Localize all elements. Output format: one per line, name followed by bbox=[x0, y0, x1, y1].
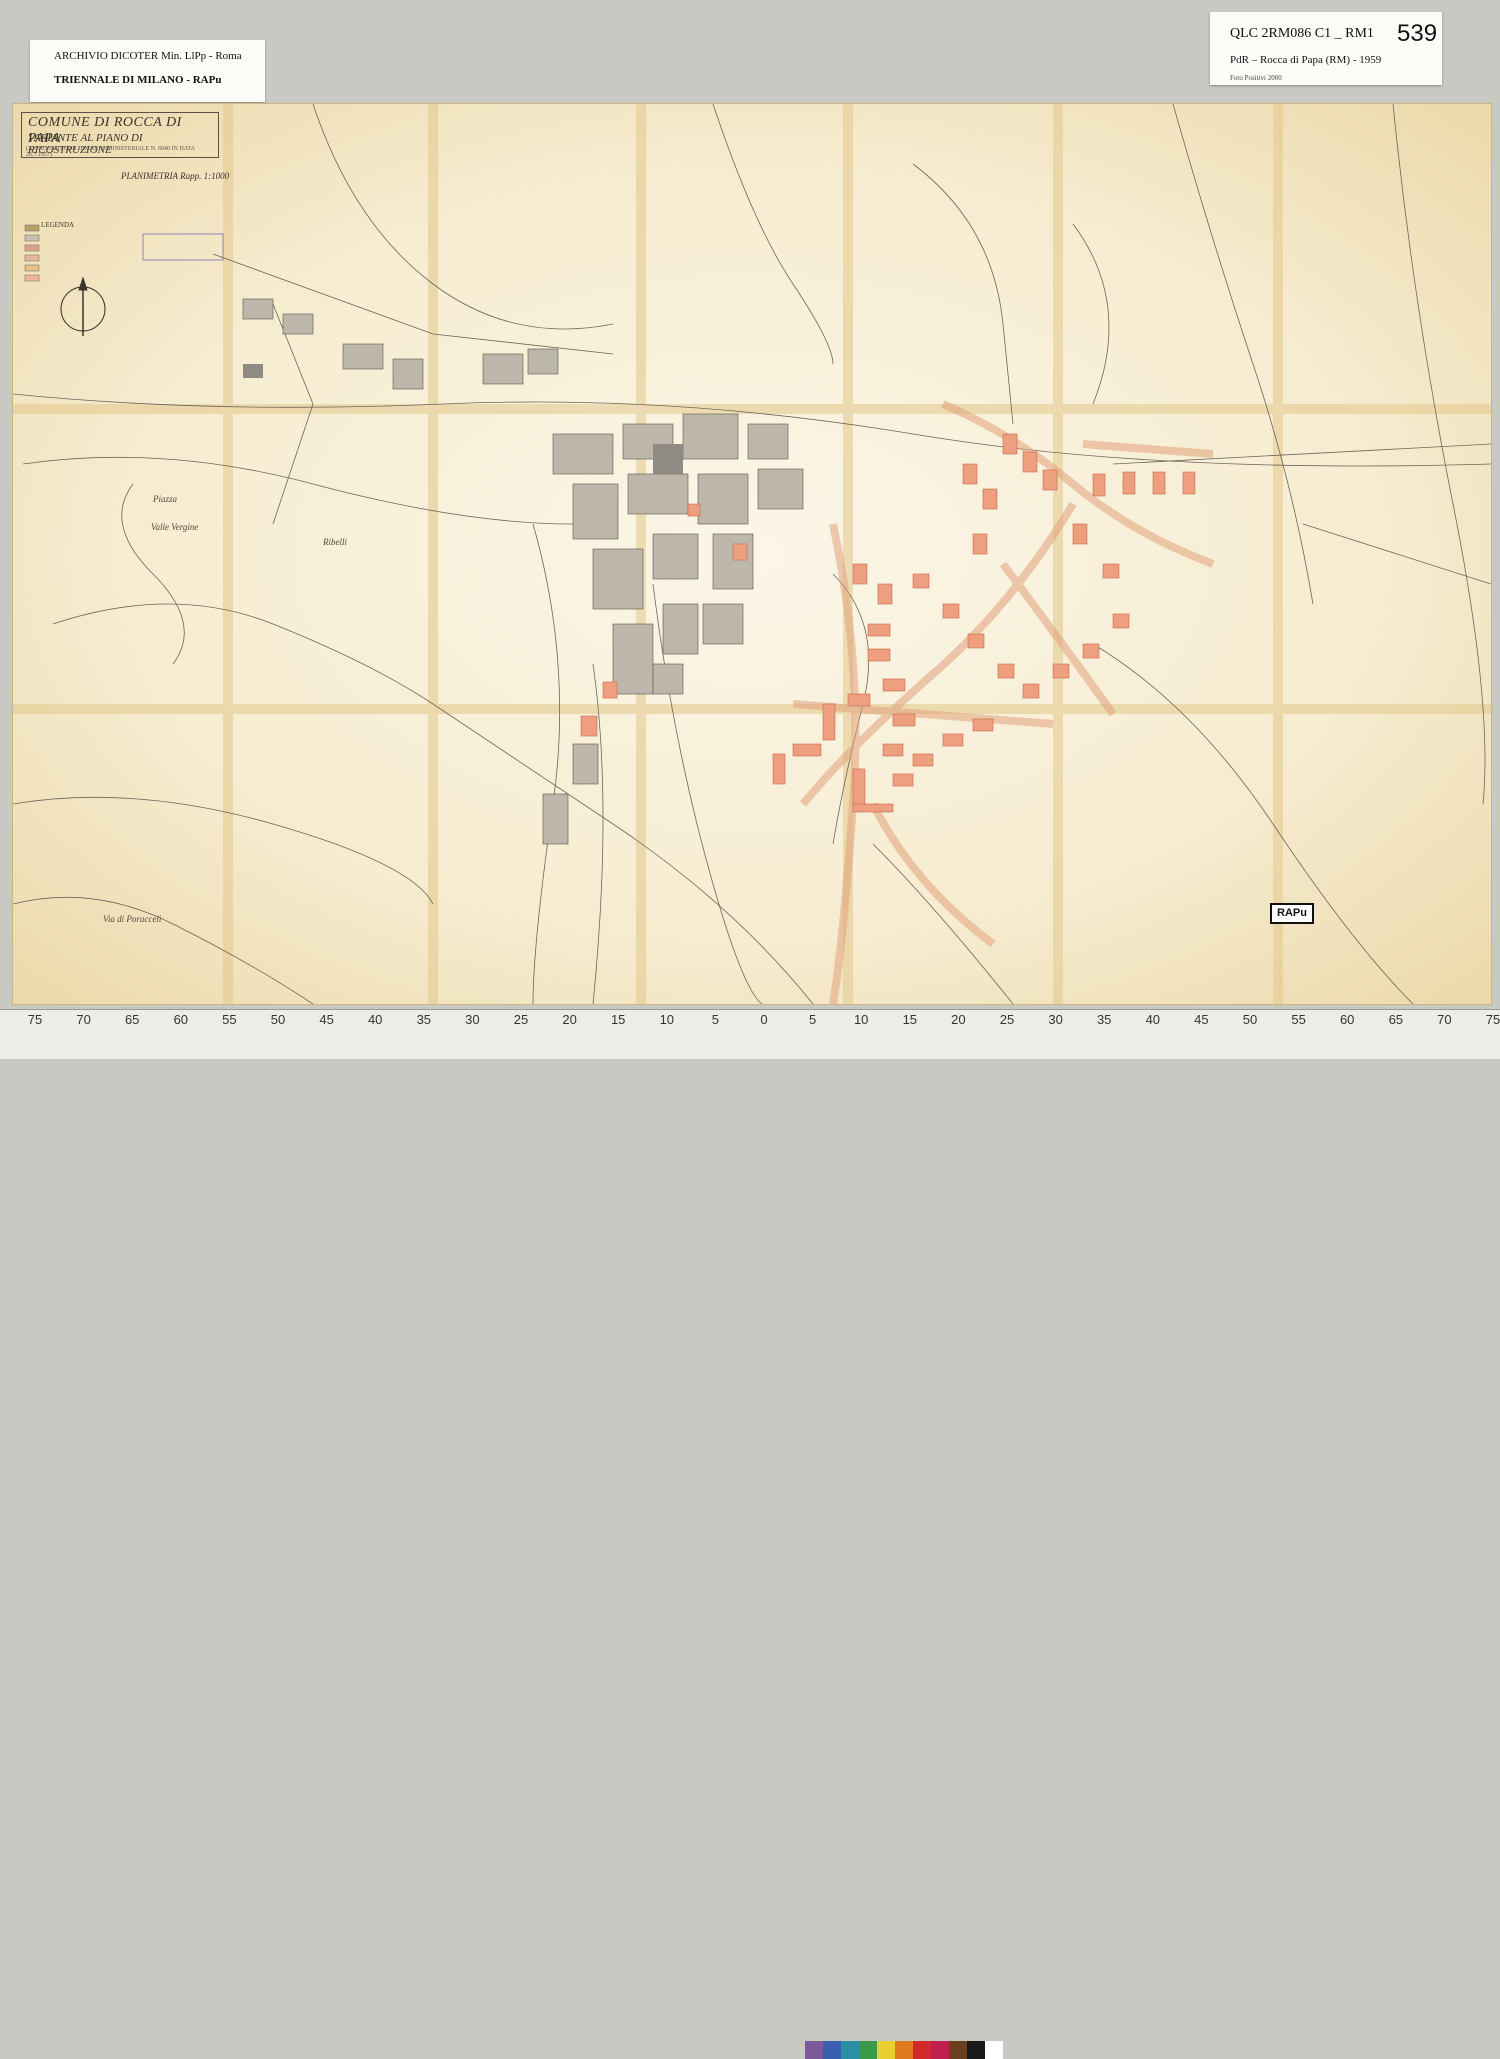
ruler-tick-label: 70 bbox=[1437, 1012, 1452, 1027]
color-patch bbox=[985, 2041, 1003, 2059]
catalog-number: 539 bbox=[1397, 20, 1438, 47]
color-calibration-bar bbox=[805, 2041, 1003, 2059]
ruler-tick-label: 5 bbox=[808, 1012, 817, 1027]
legend-title: LEGENDA bbox=[41, 221, 75, 229]
legend-swatches bbox=[24, 224, 40, 282]
ruler-tick-label: 55 bbox=[222, 1012, 237, 1027]
ruler-tick-label: 45 bbox=[319, 1012, 334, 1027]
map-drawing bbox=[13, 104, 1491, 1004]
dark-blocks bbox=[243, 364, 683, 474]
archive-line-2: TRIENNALE DI MILANO - RAPu bbox=[54, 74, 222, 86]
place-label-via-poracceli: Via di Poracceli bbox=[103, 914, 162, 924]
color-patch bbox=[931, 2041, 949, 2059]
ruler-tick-label: 60 bbox=[173, 1012, 189, 1027]
color-patch bbox=[967, 2041, 985, 2059]
rapu-badge: RAPu bbox=[1270, 903, 1314, 924]
ruler-tick-label: 35 bbox=[416, 1012, 432, 1027]
place-label-piazza: Piazza bbox=[153, 494, 178, 504]
color-patch bbox=[859, 2041, 877, 2059]
measurement-ruler: 75 70 65 60 55 50 45 40 35 30 25 20 15 10 5 0 5 10 15 20 25 3… bbox=[0, 1009, 1500, 2059]
ruler-tick-label: 50 bbox=[1242, 1012, 1258, 1027]
color-patch bbox=[841, 2041, 859, 2059]
ruler-tick-label: 35 bbox=[1096, 1012, 1112, 1027]
catalog-id-card: QLC 2RM086 C1 _ RM1 539 PdR – Rocca di P… bbox=[1210, 12, 1442, 85]
ruler-tick-label: 10 bbox=[659, 1012, 675, 1027]
ruler-tick-label: 65 bbox=[1388, 1012, 1404, 1027]
ruler-tick-label: 45 bbox=[1194, 1012, 1209, 1027]
place-label-ribelli: Ribelli bbox=[323, 537, 347, 547]
color-patch bbox=[805, 2041, 823, 2059]
ruler-tick-label: 40 bbox=[1145, 1012, 1161, 1027]
ruler-tick-label: 65 bbox=[124, 1012, 140, 1027]
ruler-tick-label: 75 bbox=[1485, 1012, 1500, 1027]
town-blocks bbox=[242, 298, 804, 845]
color-patch bbox=[877, 2041, 895, 2059]
ruler-tick-label: 5 bbox=[711, 1012, 720, 1027]
ruler-tick-label: 70 bbox=[76, 1012, 91, 1027]
ruler-tick-label: 75 bbox=[27, 1012, 43, 1027]
ruler-tick-label: 20 bbox=[951, 1012, 966, 1027]
approval-stamp bbox=[142, 233, 224, 261]
ruler-tick-label: 30 bbox=[465, 1012, 480, 1027]
ruler-tick-label: 15 bbox=[902, 1012, 918, 1027]
ruler-tick-label: 25 bbox=[513, 1012, 529, 1027]
map-scale-label: PLANIMETRIA Rapp. 1:1000 bbox=[121, 171, 230, 181]
map-title-block: COMUNE DI ROCCA DI PAPA VARIANTE AL PIAN… bbox=[21, 112, 219, 158]
ruler-tick-label: 50 bbox=[270, 1012, 286, 1027]
ruler-tick-label: 40 bbox=[367, 1012, 383, 1027]
ruler-tick-label: 10 bbox=[853, 1012, 869, 1027]
color-patch bbox=[949, 2041, 967, 2059]
color-patch bbox=[823, 2041, 841, 2059]
map-sheet: COMUNE DI ROCCA DI PAPA VARIANTE AL PIAN… bbox=[12, 103, 1492, 1005]
place-label-valle-vergine: Valle Vergine bbox=[151, 522, 199, 532]
ruler-tick-label: 25 bbox=[999, 1012, 1015, 1027]
color-patch bbox=[895, 2041, 913, 2059]
photo-credit: Foto Positivi 2000 bbox=[1230, 74, 1282, 82]
catalog-subtitle: PdR – Rocca di Papa (RM) - 1959 bbox=[1230, 54, 1382, 66]
ruler-tick-label: 60 bbox=[1339, 1012, 1355, 1027]
map-scan-view: ARCHIVIO DICOTER Min. LlPp - Roma TRIENN… bbox=[0, 0, 1500, 2059]
map-title-line-3: (APPROVATO CON DECRETO MINISTERIALE N. 6… bbox=[26, 146, 195, 158]
ruler-tick-label: 55 bbox=[1291, 1012, 1306, 1027]
ruler-tick-label: 20 bbox=[562, 1012, 577, 1027]
color-patch bbox=[913, 2041, 931, 2059]
archive-label-card: ARCHIVIO DICOTER Min. LlPp - Roma TRIENN… bbox=[30, 40, 265, 102]
catalog-code: QLC 2RM086 C1 _ RM1 bbox=[1230, 26, 1374, 41]
north-arrow-icon bbox=[60, 276, 106, 336]
ruler-tick-label: 0 bbox=[760, 1012, 768, 1027]
ruler-tick-label: 30 bbox=[1048, 1012, 1063, 1027]
archive-line-1: ARCHIVIO DICOTER Min. LlPp - Roma bbox=[54, 50, 242, 62]
ruler-tick-label: 15 bbox=[610, 1012, 626, 1027]
